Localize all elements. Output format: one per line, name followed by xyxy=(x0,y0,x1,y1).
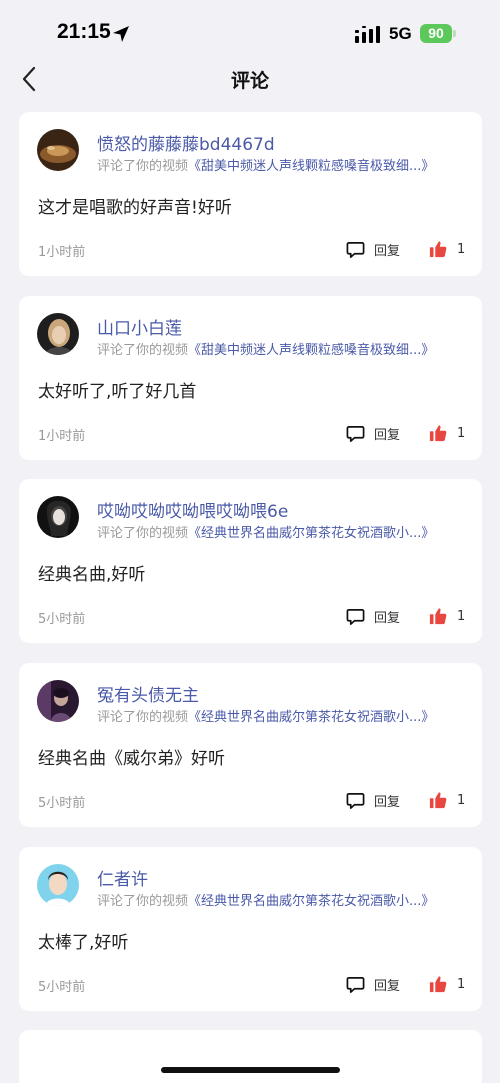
avatar[interactable] xyxy=(37,313,79,355)
comment-time: 5小时前 xyxy=(38,796,86,811)
reply-button[interactable]: 回复 xyxy=(346,789,400,811)
status-time: 21:15 xyxy=(57,20,111,43)
like-count: 1 xyxy=(457,608,466,624)
like-button[interactable]: 1 xyxy=(429,422,465,444)
video-title-link[interactable]: 《甜美中频迷人声线颗粒感嗓音极致细...》 xyxy=(188,159,434,174)
battery-icon: 90 xyxy=(420,24,452,43)
video-title-link[interactable]: 《经典世界名曲威尔第茶花女祝酒歌小...》 xyxy=(188,526,434,541)
avatar[interactable] xyxy=(37,496,79,538)
comment-context: 评论了你的视频《甜美中频迷人声线颗粒感嗓音极致细...》 xyxy=(97,155,434,174)
comment-username[interactable]: 山口小白莲 xyxy=(97,314,182,339)
comment-card: 哎呦哎呦哎呦喂哎呦喂6e 评论了你的视频《经典世界名曲威尔第茶花女祝酒歌小...… xyxy=(19,479,482,643)
like-button[interactable]: 1 xyxy=(429,789,465,811)
reply-button[interactable]: 回复 xyxy=(346,605,400,627)
like-count: 1 xyxy=(457,241,466,257)
comment-context: 评论了你的视频《甜美中频迷人声线颗粒感嗓音极致细...》 xyxy=(97,339,434,358)
reply-label: 回复 xyxy=(374,794,401,810)
comment-action-label: 评论了你的视频 xyxy=(97,894,189,909)
battery-tip xyxy=(453,30,456,37)
comment-username[interactable]: 仁者许 xyxy=(97,865,148,890)
network-type-label: 5G xyxy=(389,24,412,43)
comment-time: 1小时前 xyxy=(38,245,86,260)
reply-button[interactable]: 回复 xyxy=(346,238,400,260)
like-button[interactable]: 1 xyxy=(429,238,465,260)
comment-text: 经典名曲,好听 xyxy=(38,565,146,585)
like-count: 1 xyxy=(457,425,466,441)
comment-time: 5小时前 xyxy=(38,612,86,627)
avatar[interactable] xyxy=(37,680,79,722)
comment-time: 5小时前 xyxy=(38,980,86,995)
like-button[interactable]: 1 xyxy=(429,973,465,995)
like-count: 1 xyxy=(457,976,466,992)
thumbs-up-icon xyxy=(429,792,447,809)
location-arrow-icon xyxy=(113,26,129,42)
comment-text: 经典名曲《威尔弟》好听 xyxy=(38,749,225,769)
comment-username[interactable]: 冤有头债无主 xyxy=(97,681,199,706)
comment-card: 山口小白莲 评论了你的视频《甜美中频迷人声线颗粒感嗓音极致细...》 太好听了,… xyxy=(19,296,482,460)
comment-card: 愤怒的藤藤藤bd4467d 评论了你的视频《甜美中频迷人声线颗粒感嗓音极致细..… xyxy=(19,112,482,276)
speech-bubble-icon xyxy=(346,976,365,993)
comment-context: 评论了你的视频《经典世界名曲威尔第茶花女祝酒歌小...》 xyxy=(97,522,434,541)
reply-label: 回复 xyxy=(374,610,401,626)
cellular-signal-icon xyxy=(355,26,380,43)
comment-text: 太棒了,好听 xyxy=(38,933,129,953)
thumbs-up-icon xyxy=(429,976,447,993)
comment-context: 评论了你的视频《经典世界名曲威尔第茶花女祝酒歌小...》 xyxy=(97,706,434,725)
video-title-link[interactable]: 《经典世界名曲威尔第茶花女祝酒歌小...》 xyxy=(188,894,434,909)
comment-card: 冤有头债无主 评论了你的视频《经典世界名曲威尔第茶花女祝酒歌小...》 经典名曲… xyxy=(19,663,482,827)
speech-bubble-icon xyxy=(346,792,365,809)
comment-card-partial xyxy=(19,1030,482,1083)
comment-username[interactable]: 哎呦哎呦哎呦喂哎呦喂6e xyxy=(97,497,288,522)
speech-bubble-icon xyxy=(346,241,365,258)
avatar[interactable] xyxy=(37,129,79,171)
thumbs-up-icon xyxy=(429,425,447,442)
comment-context: 评论了你的视频《经典世界名曲威尔第茶花女祝酒歌小...》 xyxy=(97,890,434,909)
video-title-link[interactable]: 《经典世界名曲威尔第茶花女祝酒歌小...》 xyxy=(188,710,434,725)
page-title: 评论 xyxy=(230,70,269,92)
back-button[interactable] xyxy=(18,64,42,94)
comment-action-label: 评论了你的视频 xyxy=(97,526,189,541)
reply-label: 回复 xyxy=(374,243,401,259)
comment-text: 太好听了,听了好几首 xyxy=(38,382,197,402)
speech-bubble-icon xyxy=(346,608,365,625)
speech-bubble-icon xyxy=(346,425,365,442)
home-indicator[interactable] xyxy=(161,1067,340,1073)
status-bar: 21:15 5G 90 xyxy=(0,0,500,64)
comment-action-label: 评论了你的视频 xyxy=(97,343,189,358)
avatar[interactable] xyxy=(37,864,79,906)
chevron-left-icon xyxy=(22,66,36,92)
comment-time: 1小时前 xyxy=(38,429,86,444)
thumbs-up-icon xyxy=(429,241,447,258)
video-title-link[interactable]: 《甜美中频迷人声线颗粒感嗓音极致细...》 xyxy=(188,343,434,358)
comments-screen: 21:15 5G 90 评论 愤怒的藤藤藤bd4467d 评论了你的视频《甜美中… xyxy=(0,0,500,1083)
reply-button[interactable]: 回复 xyxy=(346,973,400,995)
reply-label: 回复 xyxy=(374,978,401,994)
comment-username[interactable]: 愤怒的藤藤藤bd4467d xyxy=(97,130,275,155)
like-count: 1 xyxy=(457,792,466,808)
comment-card: 仁者许 评论了你的视频《经典世界名曲威尔第茶花女祝酒歌小...》 太棒了,好听 … xyxy=(19,847,482,1011)
like-button[interactable]: 1 xyxy=(429,605,465,627)
nav-bar: 评论 xyxy=(0,60,500,100)
battery-level: 90 xyxy=(428,25,444,41)
thumbs-up-icon xyxy=(429,608,447,625)
comment-action-label: 评论了你的视频 xyxy=(97,159,189,174)
reply-label: 回复 xyxy=(374,427,401,443)
reply-button[interactable]: 回复 xyxy=(346,422,400,444)
comment-text: 这才是唱歌的好声音!好听 xyxy=(38,198,232,218)
comment-action-label: 评论了你的视频 xyxy=(97,710,189,725)
